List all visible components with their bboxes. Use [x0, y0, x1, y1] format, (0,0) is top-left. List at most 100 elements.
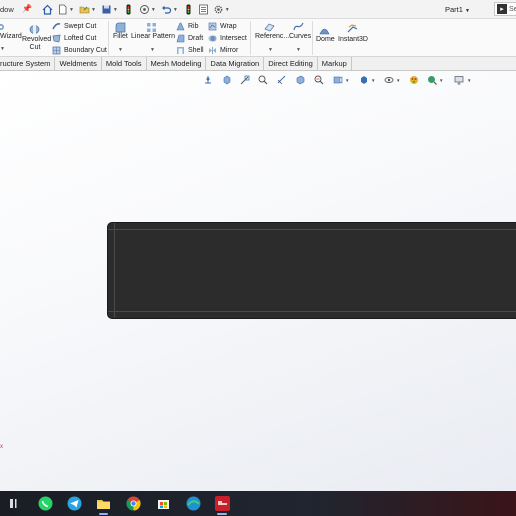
zoom-to-area-icon[interactable]: [222, 75, 232, 85]
hide-show-items-icon[interactable]: [333, 75, 343, 85]
home-icon[interactable]: [42, 4, 53, 15]
revolved-cut-label-line1[interactable]: Revolved: [22, 36, 51, 44]
reference-geometry-dropdown-icon[interactable]: ▼: [268, 47, 273, 53]
lofted-cut-button[interactable]: Lofted Cut: [52, 33, 96, 43]
undo-dropdown-icon[interactable]: ▼: [173, 7, 178, 13]
draft-button[interactable]: Draft: [176, 33, 203, 43]
edge-icon[interactable]: [185, 495, 202, 512]
appearance-dropdown-icon[interactable]: ▼: [371, 78, 375, 83]
intersect-label: Intersect: [220, 34, 247, 42]
rib-button[interactable]: Rib: [176, 21, 199, 31]
swept-cut-button[interactable]: Swept Cut: [52, 21, 96, 31]
options-dropdown-icon[interactable]: ▼: [225, 7, 230, 13]
file-explorer-icon[interactable]: [95, 495, 112, 512]
fillet-dropdown-icon[interactable]: ▼: [118, 47, 123, 53]
fillet-icon[interactable]: [115, 22, 126, 33]
solidworks-icon[interactable]: [214, 495, 231, 512]
ribbon-separator: [108, 21, 109, 55]
section-view-icon[interactable]: [258, 75, 268, 85]
undo-icon[interactable]: [161, 4, 172, 15]
linear-pattern-label[interactable]: Linear Pattern: [131, 33, 175, 41]
print-dropdown-icon[interactable]: ▼: [151, 7, 156, 13]
revolved-cut-label-line2[interactable]: Cut: [22, 44, 48, 52]
shell-button[interactable]: Shell: [176, 45, 204, 55]
zoom-to-fit-icon[interactable]: [203, 75, 213, 85]
instant3d-label[interactable]: Instant3D: [338, 36, 368, 44]
hole-wizard-dropdown-icon[interactable]: ▼: [0, 46, 5, 52]
wrap-label: Wrap: [220, 22, 237, 30]
tab-data-migration[interactable]: Data Migration: [206, 57, 265, 71]
monitor-dropdown-icon[interactable]: ▼: [467, 78, 471, 83]
save-icon[interactable]: [101, 4, 112, 15]
curves-dropdown-icon[interactable]: ▼: [296, 47, 301, 53]
part-edge-top: [108, 229, 516, 230]
pin-icon[interactable]: 📌: [22, 4, 32, 13]
chrome-icon[interactable]: [125, 495, 142, 512]
new-document-icon[interactable]: [57, 4, 68, 15]
previous-view-icon[interactable]: [240, 75, 250, 85]
fillet-label[interactable]: Fillet: [113, 33, 128, 41]
mirror-icon: [209, 46, 216, 54]
reference-geometry-label[interactable]: Referenc...: [255, 33, 289, 41]
rendering-tools-icon[interactable]: [427, 75, 437, 85]
document-title-dropdown-icon[interactable]: ▼: [465, 8, 470, 14]
save-dropdown-icon[interactable]: ▼: [113, 7, 118, 13]
origin-axis-indicator: x: [0, 444, 3, 450]
task-view-icon[interactable]: [7, 495, 24, 512]
apply-scene-icon[interactable]: [384, 75, 394, 85]
file-properties-icon[interactable]: [198, 4, 209, 15]
tab-markup[interactable]: Markup: [318, 57, 352, 71]
mirror-button[interactable]: Mirror: [208, 45, 238, 55]
heads-up-view-toolbar: ▼ ▼ ▼ ▼ ▼: [0, 75, 516, 87]
view-settings-icon[interactable]: [409, 75, 419, 85]
linear-pattern-dropdown-icon[interactable]: ▼: [150, 47, 155, 53]
hide-show-dropdown-icon[interactable]: ▼: [345, 78, 349, 83]
dynamic-annotation-icon[interactable]: [277, 75, 287, 85]
tab-mesh-modeling[interactable]: Mesh Modeling: [147, 57, 207, 71]
boundary-cut-button[interactable]: Boundary Cut: [52, 45, 107, 55]
tab-direct-editing[interactable]: Direct Editing: [264, 57, 318, 71]
tab-mold-tools[interactable]: Mold Tools: [102, 57, 147, 71]
part-solid-body[interactable]: [107, 222, 516, 319]
lofted-cut-icon: [52, 34, 61, 42]
select-icon[interactable]: [183, 4, 194, 15]
traffic-light-icon[interactable]: [123, 4, 134, 15]
hole-wizard-icon[interactable]: [0, 22, 8, 32]
search-box[interactable]: ▸ Se: [494, 2, 516, 16]
monitor-display-icon[interactable]: [454, 75, 464, 85]
quick-access-toolbar: ▼ ▼ ▼ ▼ ▼ ▼: [42, 3, 235, 16]
hole-wizard-label[interactable]: Wizard: [0, 33, 22, 41]
intersect-button[interactable]: Intersect: [208, 33, 247, 43]
document-title[interactable]: Part1 ▼: [445, 5, 470, 14]
linear-pattern-icon[interactable]: [146, 22, 157, 33]
edit-appearance-icon[interactable]: [359, 75, 369, 85]
display-style-icon[interactable]: [314, 75, 324, 85]
rendering-dropdown-icon[interactable]: ▼: [439, 78, 443, 83]
wrap-button[interactable]: Wrap: [208, 21, 237, 31]
whatsapp-icon[interactable]: [37, 495, 54, 512]
shell-label: Shell: [188, 46, 204, 54]
revolved-cut-icon[interactable]: [29, 24, 40, 35]
search-command-icon: ▸: [497, 4, 507, 14]
scene-dropdown-icon[interactable]: ▼: [396, 78, 400, 83]
open-dropdown-icon[interactable]: ▼: [91, 7, 96, 13]
tab-structure-system[interactable]: ructure System: [0, 57, 56, 71]
tab-weldments[interactable]: Weldments: [55, 57, 102, 71]
graphics-area[interactable]: ▼ ▼ ▼ ▼ ▼ x: [0, 71, 516, 491]
open-folder-icon[interactable]: [79, 4, 90, 15]
instant3d-icon[interactable]: [347, 24, 358, 35]
draft-icon: [176, 34, 185, 42]
new-dropdown-icon[interactable]: ▼: [69, 7, 74, 13]
dome-icon[interactable]: [319, 25, 330, 36]
print-icon[interactable]: [139, 4, 150, 15]
reference-geometry-icon[interactable]: [264, 21, 275, 32]
curves-icon[interactable]: [293, 21, 304, 32]
options-gear-icon[interactable]: [213, 4, 224, 15]
swept-cut-icon: [52, 22, 61, 29]
curves-label[interactable]: Curves: [289, 33, 311, 41]
view-orientation-icon[interactable]: [295, 75, 305, 85]
telegram-icon[interactable]: [66, 495, 83, 512]
microsoft-store-icon[interactable]: [155, 495, 172, 512]
dome-label[interactable]: Dome: [316, 36, 335, 44]
window-menu[interactable]: dow: [0, 5, 14, 14]
